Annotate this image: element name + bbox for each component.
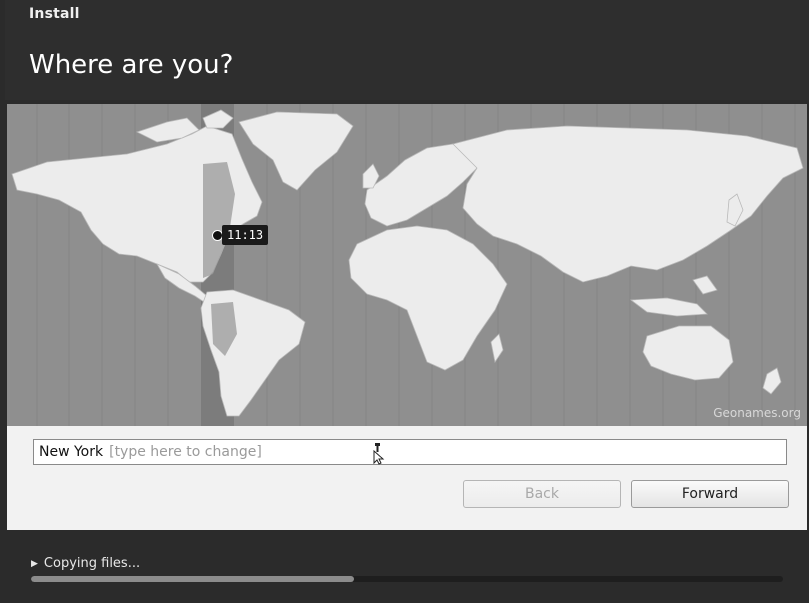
progress-bar — [31, 576, 783, 582]
page-title: Where are you? — [29, 50, 234, 80]
timezone-map[interactable]: 11:13 Geonames.org — [7, 104, 807, 426]
continents — [11, 109, 804, 417]
progress-bar-fill — [31, 576, 355, 582]
forward-button[interactable]: Forward — [631, 480, 789, 508]
back-button[interactable]: Back — [463, 480, 621, 508]
progress-panel: ▶ Copying files... — [5, 530, 809, 603]
timezone-input-placeholder: [type here to change] — [109, 444, 262, 460]
location-form: New York [type here to change] Back Forw… — [7, 426, 807, 530]
app-title: Install — [29, 6, 80, 22]
map-attribution: Geonames.org — [713, 406, 801, 420]
mouse-cursor-icon — [373, 443, 385, 465]
timezone-search-input[interactable]: New York [type here to change] — [33, 439, 787, 465]
status-row[interactable]: ▶ Copying files... — [31, 556, 140, 571]
expander-triangle-icon[interactable]: ▶ — [31, 559, 38, 569]
status-text: Copying files... — [43, 556, 141, 571]
time-tooltip: 11:13 — [222, 225, 269, 245]
header: Install Where are you? — [5, 0, 809, 100]
installer-window: Install Where are you? 11:13 Geonames.or… — [5, 0, 809, 603]
world-map-graphic[interactable] — [7, 104, 807, 426]
timezone-input-value: New York — [39, 444, 104, 460]
